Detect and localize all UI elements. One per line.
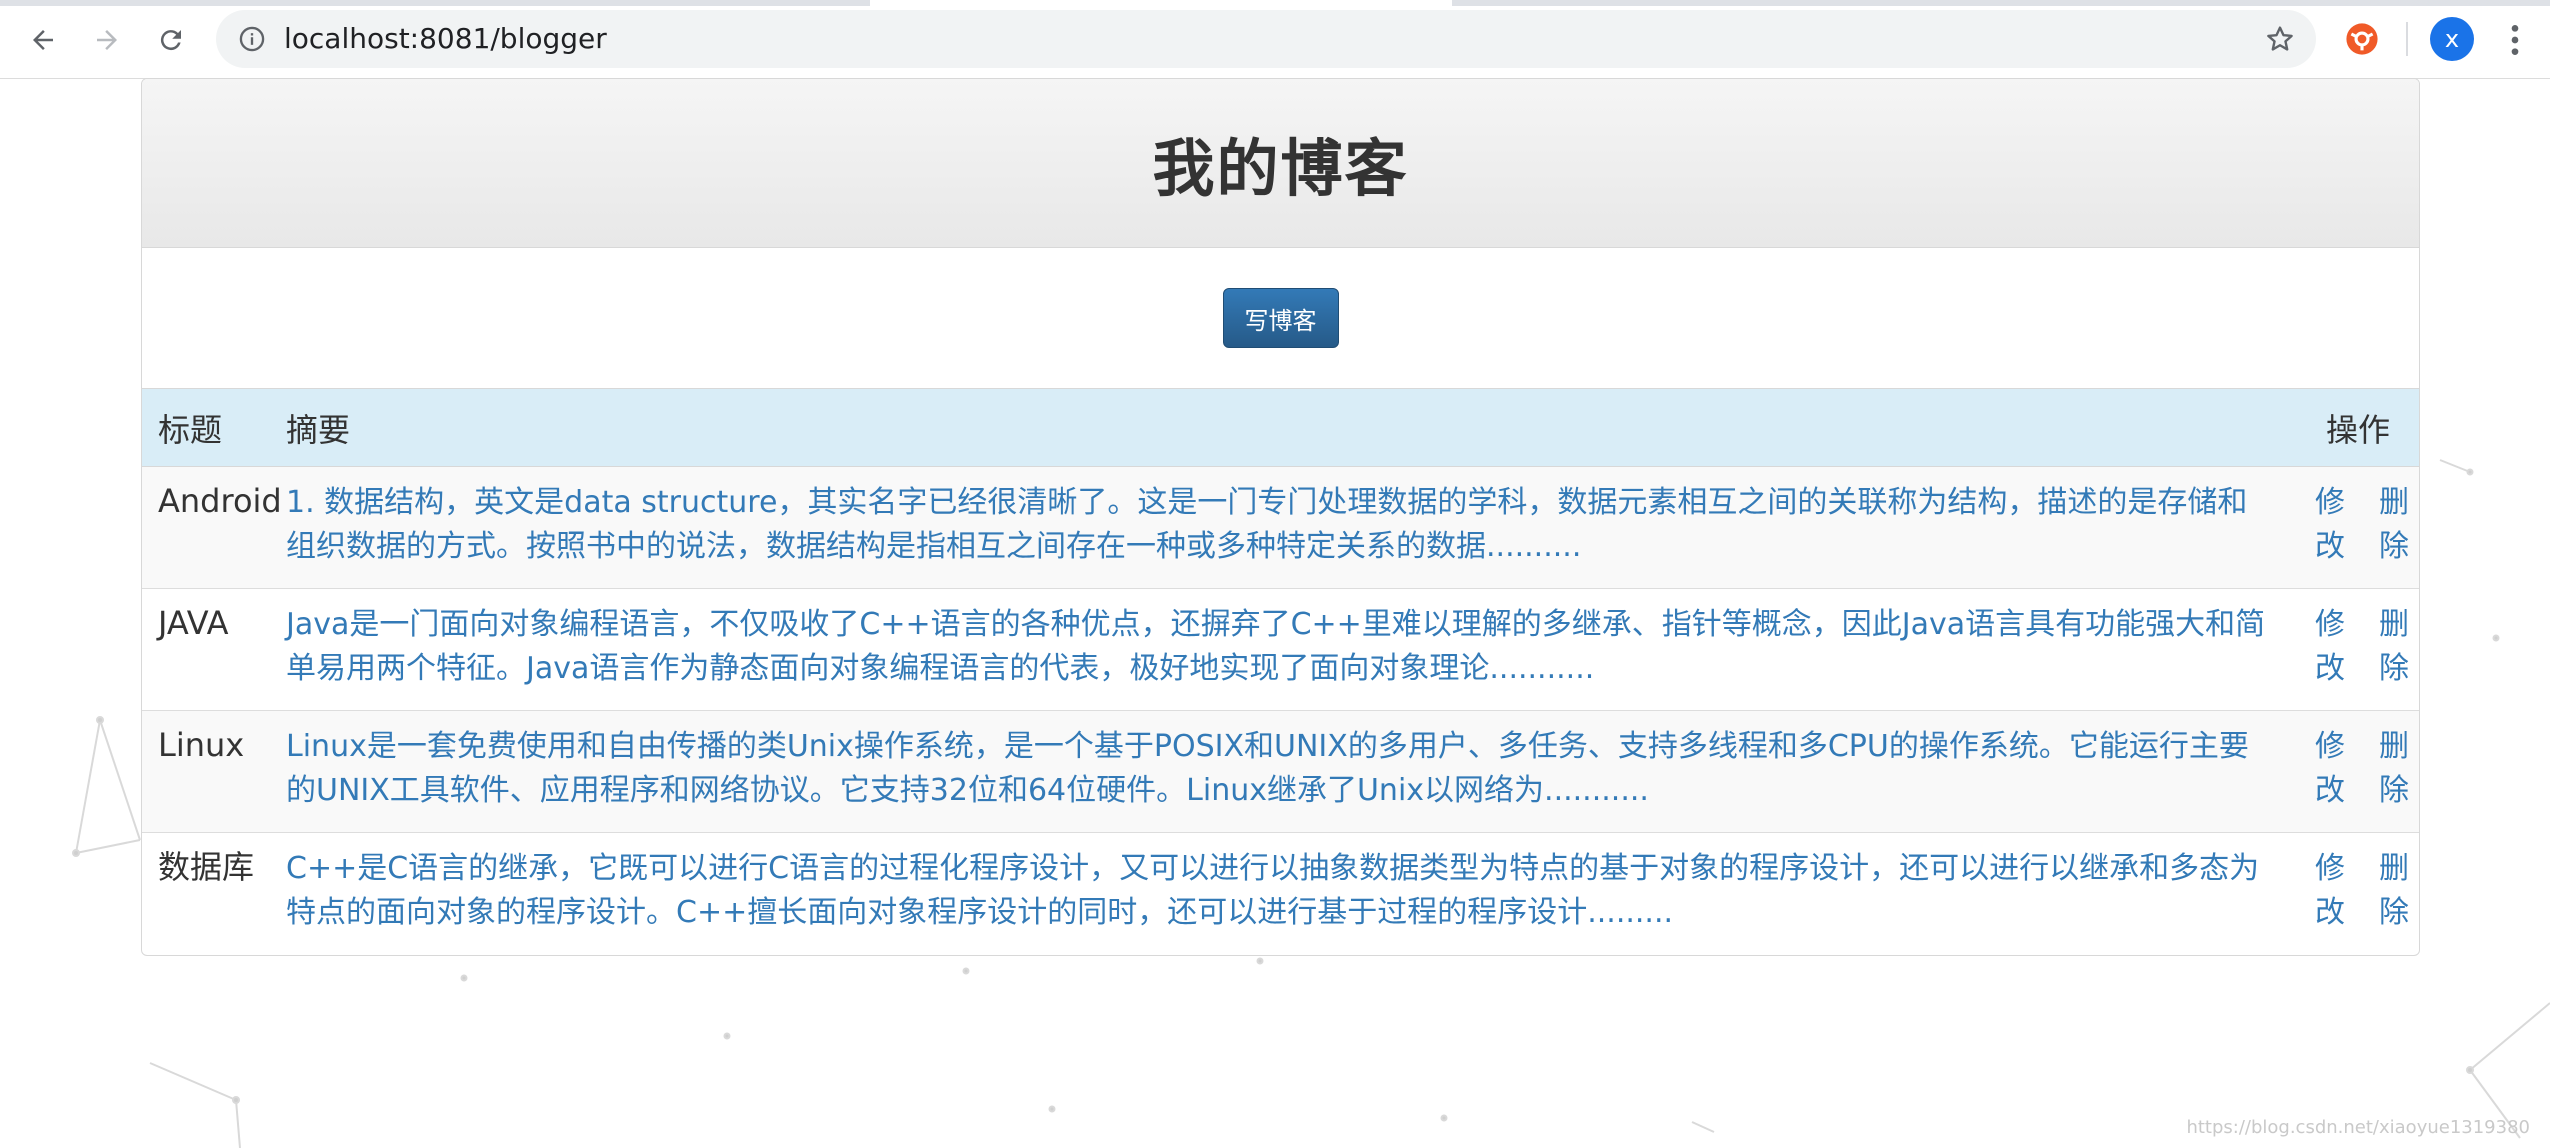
row-ops: 修改 删除 bbox=[2297, 833, 2419, 955]
row-summary-link[interactable]: C++是C语言的继承，它既可以进行C语言的过程化程序设计，又可以进行以抽象数据类… bbox=[286, 851, 2259, 930]
row-summary-cell: C++是C语言的继承，它既可以进行C语言的过程化程序设计，又可以进行以抽象数据类… bbox=[286, 833, 2297, 955]
header-summary: 摘要 bbox=[286, 410, 351, 449]
table-row: Linux Linux是一套免费使用和自由传播的类Unix操作系统，是一个基于P… bbox=[142, 710, 2419, 833]
table-header-row: 标题 摘要 操作 bbox=[142, 388, 2419, 467]
header-title: 标题 bbox=[158, 410, 223, 449]
row-title: 数据库 bbox=[158, 848, 255, 886]
address-bar[interactable]: localhost:8081/blogger bbox=[216, 10, 2316, 68]
extension-icon[interactable] bbox=[2345, 22, 2379, 56]
row-ops: 修改 删除 bbox=[2297, 589, 2419, 711]
table-row: JAVA Java是一门面向对象编程语言，不仅吸收了C++语言的各种优点，还摒弃… bbox=[142, 589, 2419, 711]
panel-heading: 我的博客 bbox=[142, 79, 2419, 248]
browser-toolbar: localhost:8081/blogger x bbox=[0, 0, 2550, 79]
edit-link[interactable]: 修改 bbox=[2315, 725, 2349, 813]
info-icon[interactable] bbox=[238, 25, 266, 53]
table-row: 数据库 C++是C语言的继承，它既可以进行C语言的过程化程序设计，又可以进行以抽… bbox=[142, 833, 2419, 955]
header-ops: 操作 bbox=[2325, 410, 2390, 449]
toolbar-divider bbox=[2406, 22, 2408, 56]
edit-link[interactable]: 修改 bbox=[2315, 603, 2349, 691]
row-ops: 修改 删除 bbox=[2297, 467, 2419, 589]
active-tab-edge bbox=[870, 0, 1452, 6]
row-ops: 修改 删除 bbox=[2297, 711, 2419, 833]
row-summary-cell: Linux是一套免费使用和自由传播的类Unix操作系统，是一个基于POSIX和U… bbox=[286, 711, 2297, 833]
row-title: Linux bbox=[158, 726, 245, 764]
watermark-text: https://blog.csdn.net/xiaoyue1319380 bbox=[2186, 1117, 2530, 1138]
delete-link[interactable]: 删除 bbox=[2379, 603, 2413, 691]
page-title: 我的博客 bbox=[1152, 132, 1409, 205]
table-row: Android 1. 数据结构，英文是data structure，其实名字已经… bbox=[142, 466, 2419, 589]
arrow-right-icon bbox=[97, 30, 117, 50]
reload-icon bbox=[160, 30, 181, 51]
action-bar: 写博客 bbox=[142, 248, 2419, 388]
edit-link[interactable]: 修改 bbox=[2315, 481, 2349, 569]
blog-table: 标题 摘要 操作 Android 1. 数据结构，英文是data structu… bbox=[142, 388, 2419, 955]
arrow-left-icon bbox=[33, 30, 53, 50]
row-summary-link[interactable]: 1. 数据结构，英文是data structure，其实名字已经很清晰了。这是一… bbox=[286, 485, 2247, 564]
star-icon[interactable] bbox=[2264, 23, 2296, 55]
more-vert-icon[interactable] bbox=[2500, 20, 2530, 60]
row-summary-cell: 1. 数据结构，英文是data structure，其实名字已经很清晰了。这是一… bbox=[286, 467, 2297, 589]
row-summary-link[interactable]: Linux是一套免费使用和自由传播的类Unix操作系统，是一个基于POSIX和U… bbox=[286, 729, 2249, 808]
reload-button[interactable] bbox=[148, 17, 194, 63]
url-text[interactable]: localhost:8081/blogger bbox=[284, 10, 607, 68]
back-button[interactable] bbox=[20, 17, 66, 63]
write-blog-button[interactable]: 写博客 bbox=[1222, 288, 1339, 348]
delete-link[interactable]: 删除 bbox=[2379, 847, 2413, 935]
delete-link[interactable]: 删除 bbox=[2379, 725, 2413, 813]
edit-link[interactable]: 修改 bbox=[2315, 847, 2349, 935]
forward-button[interactable] bbox=[84, 17, 130, 63]
profile-avatar[interactable]: x bbox=[2430, 17, 2474, 61]
row-title: Android bbox=[158, 482, 282, 520]
row-summary-cell: Java是一门面向对象编程语言，不仅吸收了C++语言的各种优点，还摒弃了C++里… bbox=[286, 589, 2297, 711]
blog-panel: 我的博客 写博客 标题 摘要 操作 Android 1. 数据结构，英文是dat… bbox=[141, 78, 2420, 956]
row-summary-link[interactable]: Java是一门面向对象编程语言，不仅吸收了C++语言的各种优点，还摒弃了C++里… bbox=[286, 607, 2265, 686]
tab-strip bbox=[0, 0, 2550, 6]
delete-link[interactable]: 删除 bbox=[2379, 481, 2413, 569]
row-title: JAVA bbox=[158, 604, 229, 642]
